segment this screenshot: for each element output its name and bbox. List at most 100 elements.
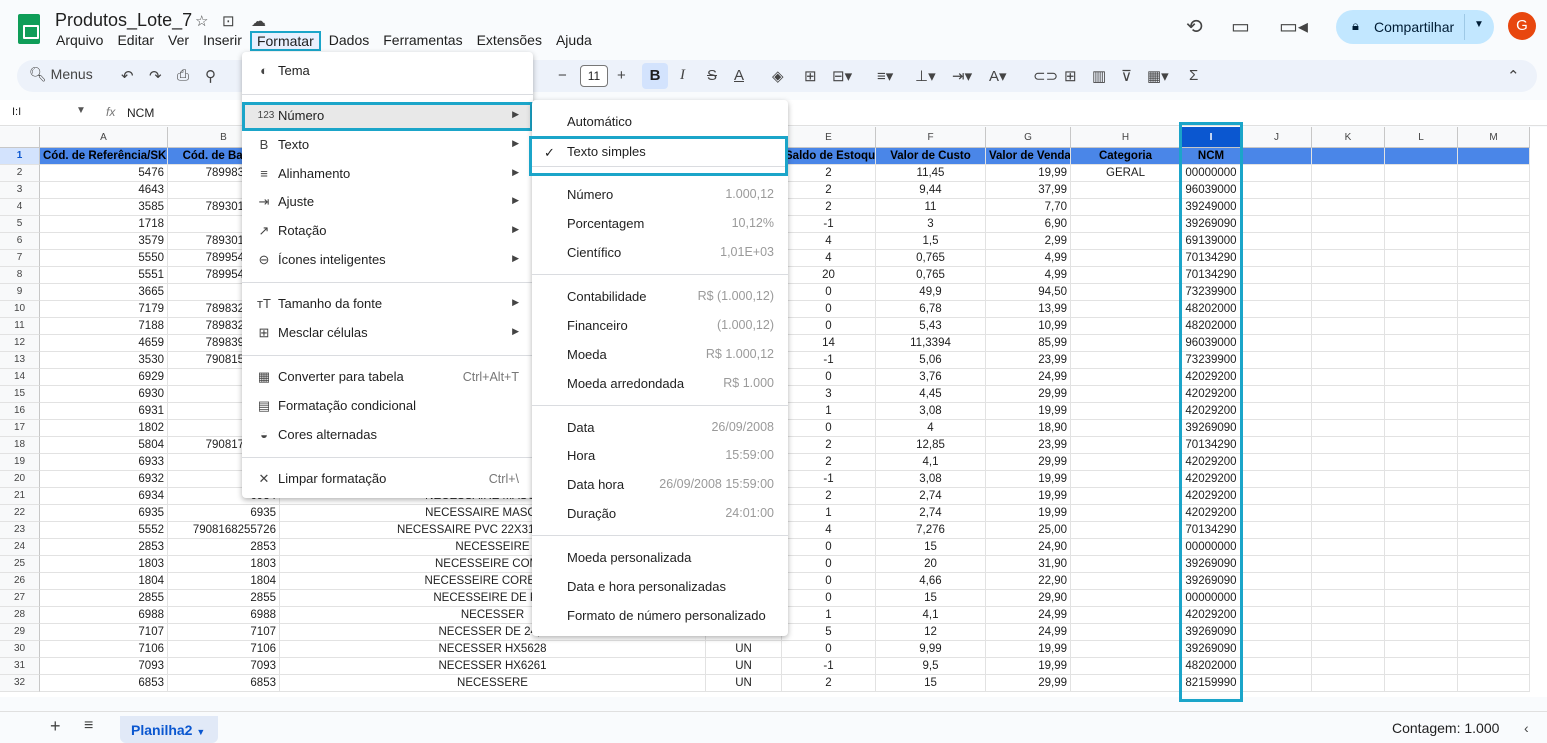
table-cell[interactable]	[1071, 522, 1181, 539]
number-format-data-hora[interactable]: Data hora 26/09/2008 15:59:00	[532, 470, 788, 499]
table-cell[interactable]: 4	[782, 522, 876, 539]
table-cell[interactable]	[1385, 658, 1458, 675]
table-cell[interactable]	[1312, 267, 1385, 284]
table-cell[interactable]: 11,45	[876, 165, 986, 182]
table-cell[interactable]: 5,43	[876, 318, 986, 335]
table-cell[interactable]: 42029200	[1181, 369, 1242, 386]
row-header[interactable]: 22	[0, 505, 40, 522]
table-cell[interactable]	[1385, 233, 1458, 250]
table-cell[interactable]: 0	[782, 556, 876, 573]
table-cell[interactable]	[1458, 352, 1530, 369]
table-cell[interactable]	[1458, 284, 1530, 301]
comment-icon[interactable]: ⊞	[1064, 67, 1077, 85]
table-cell[interactable]	[1071, 658, 1181, 675]
table-cell[interactable]: 37,99	[986, 182, 1071, 199]
table-cell[interactable]	[1242, 556, 1312, 573]
number-format-duração[interactable]: Duração 24:01:00	[532, 499, 788, 528]
table-cell[interactable]: 29,90	[986, 590, 1071, 607]
decrease-font-icon[interactable]: −	[558, 67, 567, 84]
table-cell[interactable]	[1458, 420, 1530, 437]
table-cell[interactable]: 39249000	[1181, 199, 1242, 216]
table-cell[interactable]: 24,99	[986, 369, 1071, 386]
table-cell[interactable]: -1	[782, 471, 876, 488]
menu-editar[interactable]: Editar	[117, 31, 154, 51]
table-cell[interactable]: 2	[782, 675, 876, 692]
table-cell[interactable]: 2	[782, 437, 876, 454]
table-cell[interactable]: 6,90	[986, 216, 1071, 233]
table-cell[interactable]	[1242, 437, 1312, 454]
table-cell[interactable]	[1385, 250, 1458, 267]
table-cell[interactable]: 23,99	[986, 437, 1071, 454]
table-cell[interactable]: 2853	[40, 539, 168, 556]
table-cell[interactable]	[1071, 352, 1181, 369]
table-cell[interactable]: UN	[706, 658, 782, 675]
table-cell[interactable]: 85,99	[986, 335, 1071, 352]
table-cell[interactable]: 69139000	[1181, 233, 1242, 250]
column-header-A[interactable]: A	[40, 127, 168, 148]
table-cell[interactable]	[1242, 590, 1312, 607]
table-cell[interactable]: 0	[782, 284, 876, 301]
table-cell[interactable]	[1071, 590, 1181, 607]
table-cell[interactable]	[1385, 403, 1458, 420]
table-cell[interactable]	[1312, 522, 1385, 539]
table-cell[interactable]: 3,08	[876, 471, 986, 488]
table-cell[interactable]	[1385, 318, 1458, 335]
table-cell[interactable]: 15	[876, 590, 986, 607]
table-cell[interactable]	[1458, 369, 1530, 386]
table-cell[interactable]	[1385, 454, 1458, 471]
table-cell[interactable]: NECESSERE	[280, 675, 706, 692]
table-cell[interactable]: 49,9	[876, 284, 986, 301]
table-cell[interactable]	[1242, 420, 1312, 437]
merge-cells-icon[interactable]: ⊟▾	[832, 67, 852, 85]
table-cell[interactable]	[1458, 641, 1530, 658]
table-cell[interactable]	[1242, 522, 1312, 539]
table-cell[interactable]	[1385, 573, 1458, 590]
table-cell[interactable]	[1458, 522, 1530, 539]
row-header[interactable]: 3	[0, 182, 40, 199]
table-cell[interactable]: 6935	[40, 505, 168, 522]
table-cell[interactable]	[1458, 607, 1530, 624]
table-cell[interactable]: 4	[782, 250, 876, 267]
format-menu-item-ajuste[interactable]: ⇥ Ajuste ▶	[242, 188, 533, 217]
font-size-input[interactable]: 11	[580, 65, 608, 87]
increase-font-icon[interactable]: +	[617, 67, 626, 84]
table-cell[interactable]: 39269090	[1181, 556, 1242, 573]
redo-icon[interactable]: ↷	[149, 67, 162, 85]
table-cell[interactable]	[1242, 454, 1312, 471]
header-cell[interactable]	[1242, 148, 1312, 165]
table-cell[interactable]: 13,99	[986, 301, 1071, 318]
table-cell[interactable]	[1385, 590, 1458, 607]
chart-icon[interactable]: ▥	[1092, 67, 1106, 85]
table-cell[interactable]	[1242, 658, 1312, 675]
table-cell[interactable]: 5476	[40, 165, 168, 182]
table-cell[interactable]	[1385, 165, 1458, 182]
table-cell[interactable]: 29,99	[986, 386, 1071, 403]
table-cell[interactable]: 4643	[40, 182, 168, 199]
table-cell[interactable]	[1071, 284, 1181, 301]
format-menu-item-tema[interactable]: ◐ Tema	[242, 57, 533, 86]
table-cell[interactable]: 6853	[168, 675, 280, 692]
table-cell[interactable]	[1385, 539, 1458, 556]
table-cell[interactable]	[1242, 199, 1312, 216]
sheet-tab[interactable]: Planilha2 ▼	[120, 716, 218, 743]
table-cell[interactable]: 9,99	[876, 641, 986, 658]
table-cell[interactable]	[1458, 267, 1530, 284]
fill-color-icon[interactable]: ◈	[772, 67, 784, 85]
table-cell[interactable]: 42029200	[1181, 471, 1242, 488]
add-sheet-icon[interactable]: +	[50, 716, 61, 737]
row-header[interactable]: 11	[0, 318, 40, 335]
table-cell[interactable]	[1312, 233, 1385, 250]
menu-extensões[interactable]: Extensões	[477, 31, 542, 51]
column-header-F[interactable]: F	[876, 127, 986, 148]
italic-button[interactable]: I	[680, 67, 685, 84]
table-cell[interactable]	[1312, 199, 1385, 216]
column-header-J[interactable]: J	[1242, 127, 1312, 148]
table-cell[interactable]	[1242, 250, 1312, 267]
name-box-dropdown-icon[interactable]: ▼	[76, 105, 86, 116]
header-cell[interactable]: Categoria	[1071, 148, 1181, 165]
table-cell[interactable]: 0	[782, 590, 876, 607]
table-cell[interactable]: 15	[876, 539, 986, 556]
table-cell[interactable]: 4659	[40, 335, 168, 352]
table-cell[interactable]	[1385, 199, 1458, 216]
table-cell[interactable]: -1	[782, 216, 876, 233]
